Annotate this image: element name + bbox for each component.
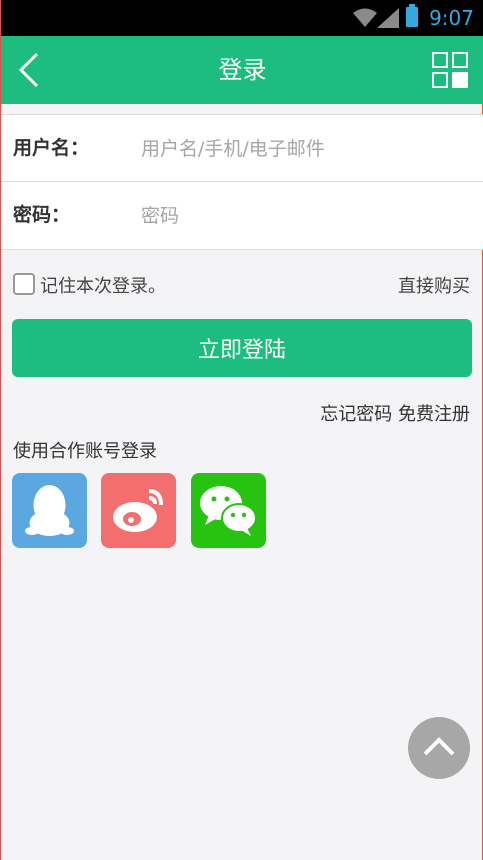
username-input[interactable] [139,127,463,171]
checkbox-box[interactable] [13,273,35,295]
app-bar: 登录 [1,36,483,104]
password-row: 密码： [1,182,483,248]
qq-icon [25,485,74,536]
status-bar: 9:07 [1,0,483,36]
register-link[interactable]: 免费注册 [398,404,470,425]
remember-label: 记住本次登录。 [40,276,166,297]
wechat-icon [200,486,257,536]
login-button[interactable]: 立即登陆 [12,319,472,377]
chevron-up-icon [423,737,455,756]
partner-login-label: 使用合作账号登录 [13,441,157,462]
page-title: 登录 [218,56,267,84]
direct-buy-link[interactable]: 直接购买 [398,272,470,298]
wifi-icon [353,8,377,33]
weibo-icon [113,489,163,532]
battery-icon [406,4,418,27]
wechat-login-button[interactable] [191,473,266,548]
qq-login-button[interactable] [12,473,87,548]
status-time: 9:07 [429,6,474,30]
grid-icon [432,52,468,88]
username-row: 用户名： [1,115,483,182]
signal-icon [377,8,399,33]
forgot-password-link[interactable]: 忘记密码 [320,404,392,425]
username-label: 用户名： [13,137,90,159]
password-input[interactable] [139,194,463,238]
weibo-login-button[interactable] [101,473,176,548]
scroll-to-top-button[interactable] [408,717,470,779]
password-label: 密码： [13,204,71,226]
login-form: 用户名： 密码： [1,114,483,250]
menu-button[interactable] [432,52,468,88]
account-links: 忘记密码 免费注册 [320,400,470,426]
